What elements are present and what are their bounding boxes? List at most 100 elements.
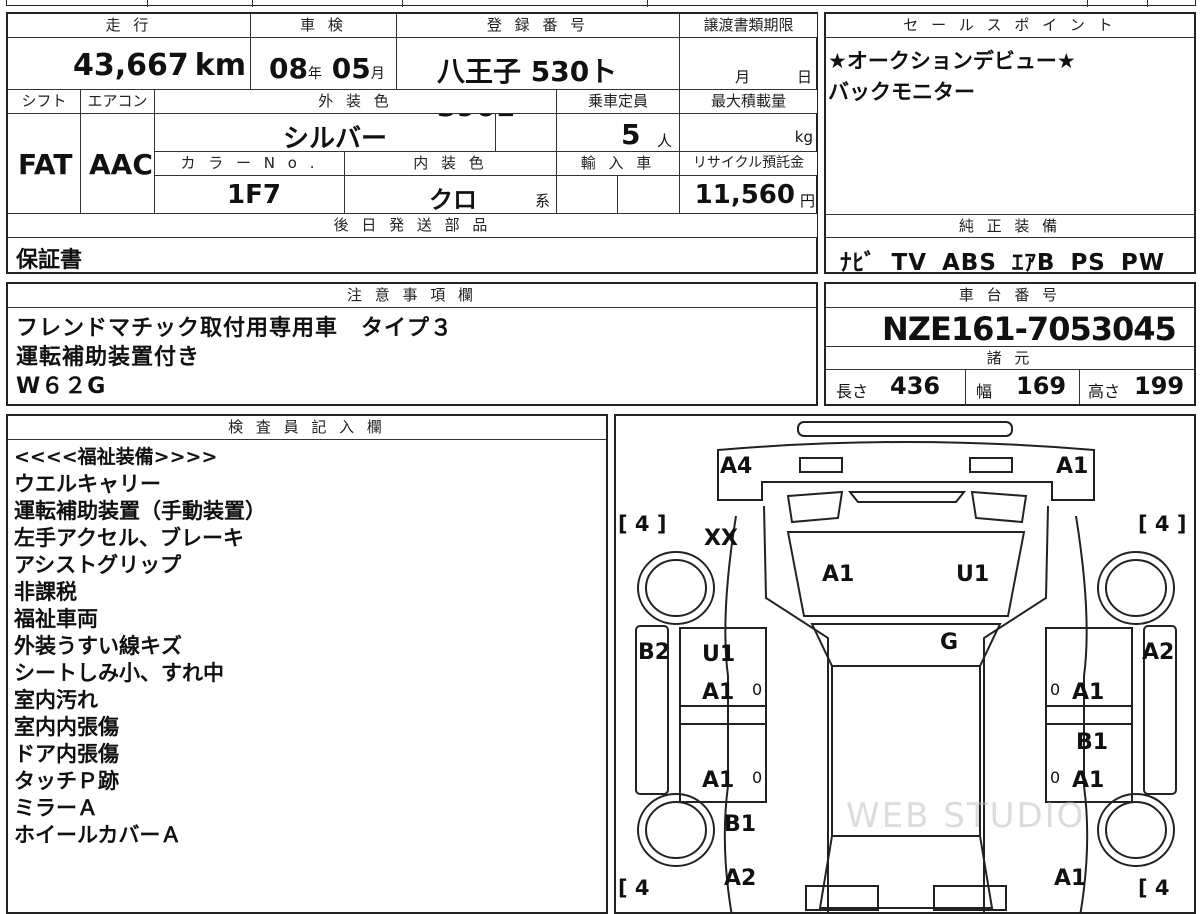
max-load-cell: kg <box>680 114 817 152</box>
height-cell: 高さ 199 <box>1080 370 1194 404</box>
tyre-rear-right: [ 4 <box>1138 876 1170 900</box>
capacity-unit: 人 <box>657 132 673 150</box>
recycle-unit: 円 <box>799 192 815 210</box>
caution-lines: フレンドマチック取付用専用車 タイプ３ 運転補助装置付き W６２G <box>16 314 453 401</box>
damage-mark: B1 <box>1076 730 1109 755</box>
mileage-unit: km <box>194 48 246 83</box>
mileage-value: 43,667 <box>73 48 189 83</box>
length-cell: 長さ 436 <box>826 370 966 404</box>
aircon-label: エアコン <box>81 90 155 114</box>
caution-box: 注 意 事 項 欄 フレンドマチック取付用専用車 タイプ３ 運転補助装置付き W… <box>6 282 818 406</box>
shift-label: シフト <box>8 90 81 114</box>
damage-mark: G <box>940 630 959 655</box>
inspector-note: 室内汚れ <box>14 688 98 712</box>
specs-label: 諸 元 <box>826 346 1194 370</box>
vehicle-info-table: 走 行 車 検 登 録 番 号 譲渡書類期限 43,667 km 08年 05 月 … <box>6 12 818 274</box>
damage-mark: B1 <box>724 812 757 837</box>
damage-mark: A2 <box>724 866 757 891</box>
zero-mark: 0 <box>752 768 763 787</box>
damage-mark: U1 <box>956 562 990 587</box>
inspector-note: <<<<福祉装備>>>> <box>14 446 218 468</box>
later-parts-value: 保証書 <box>16 248 83 273</box>
damage-mark: XX <box>704 526 738 551</box>
caution-line: フレンドマチック取付用専用車 タイプ３ <box>16 316 454 341</box>
damage-mark: A1 <box>1054 866 1087 891</box>
registration-cell: 八王子 530ト3901 <box>397 38 680 123</box>
color-no-label: カ ラ ー N o . <box>155 152 345 176</box>
color-no-cell: 1F7 <box>155 176 345 214</box>
zero-mark: 0 <box>1050 768 1061 787</box>
import-cell-a <box>557 176 618 214</box>
zero-mark: 0 <box>1050 680 1061 699</box>
mileage-cell: 43,667 km <box>8 38 251 90</box>
caution-line: 運転補助装置付き <box>16 345 201 370</box>
capacity-value: 5 <box>621 118 641 151</box>
length-label: 長さ <box>836 382 869 401</box>
inspector-note: ドア内張傷 <box>14 742 119 766</box>
sales-point-line: バックモニター <box>828 80 975 104</box>
interior-color-label: 内 装 色 <box>345 152 557 176</box>
capacity-cell: 5 人 <box>557 114 680 152</box>
shift-cell: FAT <box>8 114 81 214</box>
damage-mark: A1 <box>702 768 735 793</box>
import-label: 輸 入 車 <box>557 152 680 176</box>
exterior-color-value: シルバー <box>283 124 388 154</box>
interior-color-value: クロ <box>429 186 477 214</box>
inspector-note: 外装うすい線キズ <box>14 634 182 658</box>
height-label: 高さ <box>1088 382 1121 401</box>
inspector-box: 検 査 員 記 入 欄 <<<<福祉装備>>>> ウエルキャリー 運転補助装置（… <box>6 414 608 914</box>
inspector-note: シートしみ小、すれ中 <box>14 661 224 685</box>
shift-value: FAT <box>18 148 73 181</box>
recycle-value: 11,560 <box>694 180 795 210</box>
equipment-value: ﾅﾋﾞ TV ABS ｴｱB PS PW <box>840 250 1166 276</box>
inspector-note: ウエルキャリー <box>14 472 161 496</box>
inspector-note: タッチＰ跡 <box>14 769 119 793</box>
inspector-note: 運転補助装置（手動装置） <box>14 499 266 523</box>
sales-points-box: セ ー ル ス ポ イ ン ト ★オークションデビュー★ バックモニター 純 正… <box>824 12 1196 276</box>
damage-mark: A1 <box>702 680 735 705</box>
mileage-label: 走 行 <box>8 14 251 38</box>
top-strip <box>6 0 1196 7</box>
inspector-note: 福祉車両 <box>14 607 98 631</box>
inspector-note: ミラーＡ <box>14 796 98 820</box>
damage-mark: U1 <box>702 642 736 667</box>
month-unit: 月 <box>370 66 385 82</box>
inspection-month: 05 <box>331 52 371 85</box>
damage-mark: A2 <box>1142 640 1175 665</box>
tyre-front-right: [ 4 ] <box>1138 512 1187 536</box>
width-label: 幅 <box>976 382 993 401</box>
deadline-day-unit: 日 <box>797 68 813 86</box>
damage-mark: B2 <box>638 640 671 665</box>
car-damage-diagram: [ 4 ] [ 4 ] [ 4 [ 4 A4 A1 XX A1 U1 G B2 … <box>614 414 1196 914</box>
inspection-label: 車 検 <box>251 14 397 38</box>
caution-line: W６２G <box>16 374 107 399</box>
sales-points-list: ★オークションデビュー★ バックモニター <box>828 46 1076 108</box>
chassis-label: 車 台 番 号 <box>826 284 1194 308</box>
later-parts-label: 後 日 発 送 部 品 <box>8 214 817 238</box>
inspector-note: 左手アクセル、ブレーキ <box>14 526 244 550</box>
inspection-cell: 08年 05月 <box>251 38 397 90</box>
inspector-note: ホイールカバーＡ <box>14 823 182 847</box>
sales-points-label: セ ー ル ス ポ イ ン ト <box>826 14 1194 38</box>
transfer-deadline-label: 譲渡書類期限 <box>680 14 817 38</box>
width-cell: 幅 169 <box>966 370 1080 404</box>
exterior-color-cell: シルバー <box>155 114 496 154</box>
caution-label: 注 意 事 項 欄 <box>8 284 816 308</box>
year-unit: 年 <box>307 66 322 82</box>
deadline-month-unit: 月 <box>735 68 751 86</box>
recycle-label: リサイクル預託金 <box>680 152 817 176</box>
exterior-color-sub-cell <box>496 114 557 152</box>
height-value: 199 <box>1134 372 1185 400</box>
import-cell-b <box>618 176 680 214</box>
sales-point-line: ★オークションデビュー★ <box>828 49 1076 73</box>
chassis-value: NZE161-7053045 <box>882 310 1177 348</box>
interior-color-suffix: 系 <box>535 192 551 210</box>
inspector-label: 検 査 員 記 入 欄 <box>8 416 606 440</box>
width-value: 169 <box>1016 372 1067 400</box>
color-no-value: 1F7 <box>227 180 281 210</box>
tyre-rear-left: [ 4 <box>618 876 650 900</box>
exterior-color-label: 外 装 色 <box>155 90 557 114</box>
chassis-box: 車 台 番 号 NZE161-7053045 諸 元 長さ 436 幅 169 … <box>824 282 1196 406</box>
damage-mark: A1 <box>1056 454 1089 479</box>
capacity-label: 乗車定員 <box>557 90 680 114</box>
